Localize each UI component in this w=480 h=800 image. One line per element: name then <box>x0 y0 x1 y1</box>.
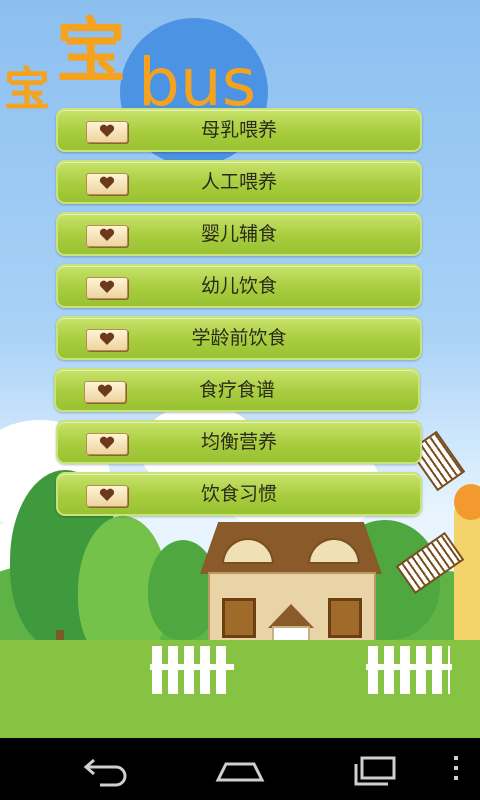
menu-item-balanced-nutrition[interactable]: 均衡营养 <box>56 420 422 464</box>
back-icon[interactable] <box>80 748 132 788</box>
house-window-right <box>328 598 362 638</box>
recent-apps-icon[interactable] <box>350 748 402 788</box>
menu-item-label: 均衡营养 <box>200 431 277 453</box>
menu-item-breastfeeding[interactable]: 母乳喂养 <box>56 108 422 152</box>
overflow-menu-icon[interactable] <box>446 748 466 788</box>
logo-char-large: 宝 <box>56 10 126 92</box>
fence-right <box>368 646 450 694</box>
windmill-cap <box>454 484 480 520</box>
menu-item-toddler-diet[interactable]: 幼儿饮食 <box>56 264 422 308</box>
menu-item-label: 人工喂养 <box>200 171 277 193</box>
fence-rail <box>366 664 452 670</box>
app-screen: 宝 宝 bus 母乳喂养 人工喂养 婴儿辅食 幼儿饮食 学龄前饮食 食疗食谱 均… <box>0 0 480 738</box>
menu-item-baby-food[interactable]: 婴儿辅食 <box>56 212 422 256</box>
menu-item-eating-habits[interactable]: 饮食习惯 <box>56 472 422 516</box>
logo-char-small: 宝 <box>4 62 50 116</box>
house-window-left <box>222 598 256 638</box>
menu-item-label: 婴儿辅食 <box>200 223 277 245</box>
menu-item-label: 食疗食谱 <box>198 379 275 401</box>
fence-rail <box>150 664 234 670</box>
menu-item-preschool-diet[interactable]: 学龄前饮食 <box>56 316 422 360</box>
menu-item-formula-feeding[interactable]: 人工喂养 <box>56 160 422 204</box>
fence-left <box>152 646 232 694</box>
menu-item-diet-therapy-recipes[interactable]: 食疗食谱 <box>54 368 420 412</box>
home-icon[interactable] <box>214 748 266 788</box>
menu-item-label: 幼儿饮食 <box>200 275 277 297</box>
menu-item-label: 母乳喂养 <box>200 119 277 141</box>
system-navigation-bar <box>0 738 480 800</box>
menu-item-label: 饮食习惯 <box>200 483 277 505</box>
menu-item-label: 学龄前饮食 <box>191 327 287 349</box>
logo-word: bus <box>138 44 257 121</box>
